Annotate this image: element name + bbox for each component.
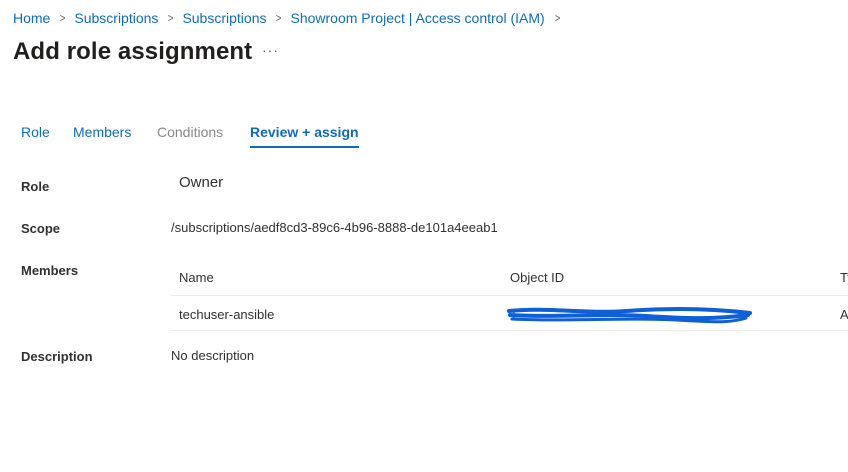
tab-conditions[interactable]: Conditions: [157, 124, 223, 146]
scope-value: /subscriptions/aedf8cd3-89c6-4b96-8888-d…: [171, 220, 498, 235]
breadcrumb-home-link[interactable]: Home: [13, 10, 50, 26]
more-options-icon[interactable]: ···: [262, 42, 279, 58]
table-header-divider: [171, 295, 848, 296]
role-value: Owner: [179, 174, 224, 191]
member-type-cell: A: [840, 307, 848, 322]
members-label: Members: [21, 263, 79, 278]
page-title: Add role assignment: [13, 38, 253, 65]
member-name-cell: techuser-ansible: [179, 307, 275, 322]
column-header-object-id: Object ID: [510, 270, 565, 285]
scope-label: Scope: [21, 221, 61, 236]
member-object-id-cell: 1: [507, 306, 760, 324]
chevron-right-icon: >: [276, 11, 282, 25]
description-label: Description: [21, 349, 93, 364]
tab-members[interactable]: Members: [73, 124, 131, 146]
breadcrumb: Home > Subscriptions > Subscriptions > S…: [13, 10, 569, 26]
breadcrumb-subscription-link[interactable]: Subscriptions: [182, 10, 266, 26]
breadcrumb-access-control-link[interactable]: Showroom Project | Access control (IAM): [291, 10, 545, 26]
tab-review-assign[interactable]: Review + assign: [250, 124, 359, 148]
chevron-right-icon: >: [60, 11, 66, 25]
tab-role[interactable]: Role: [21, 124, 50, 146]
redaction-scribble: [507, 306, 752, 324]
column-header-name: Name: [179, 270, 214, 285]
breadcrumb-subscriptions-link[interactable]: Subscriptions: [74, 10, 158, 26]
description-value: No description: [171, 348, 255, 363]
chevron-right-icon: >: [554, 11, 560, 25]
chevron-right-icon: >: [168, 11, 174, 25]
table-row-divider: [171, 330, 848, 331]
members-table: Name Object ID Ty techuser-ansible 1 A: [171, 258, 848, 332]
role-label: Role: [21, 179, 50, 194]
column-header-type: Ty: [840, 270, 848, 285]
